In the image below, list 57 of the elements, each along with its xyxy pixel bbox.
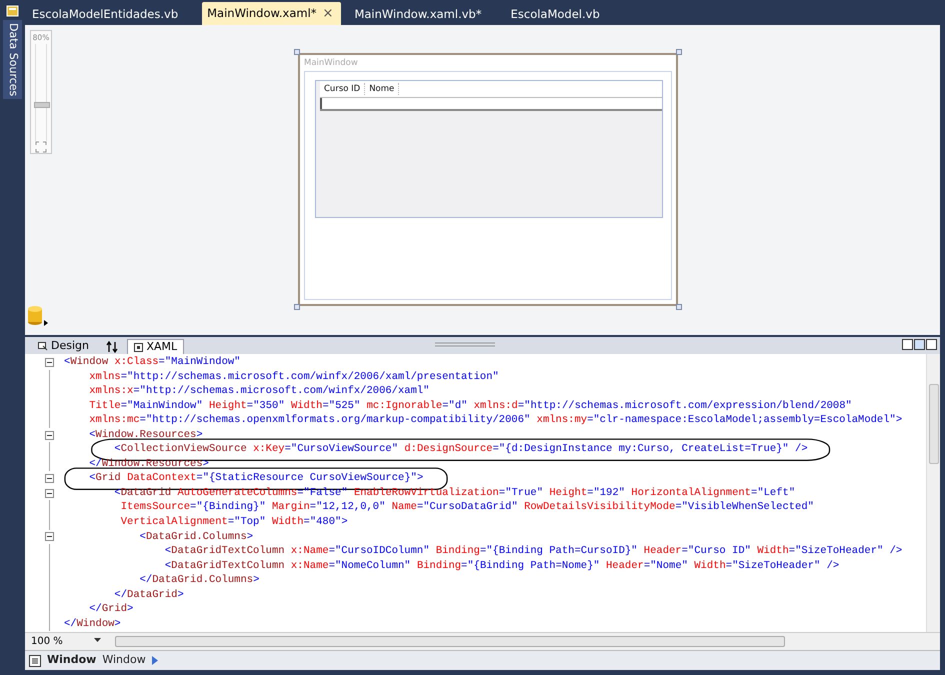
vertical-scrollbar[interactable] (926, 354, 940, 632)
breadcrumb-item[interactable]: Window (47, 652, 96, 669)
column-header[interactable]: Curso ID (320, 82, 366, 96)
code-line: xmlns:x="http://schemas.microsoft.com/winfx/2006/xaml" (89, 385, 430, 398)
code-line: </Grid> (89, 603, 134, 616)
document-tab[interactable]: EscolaModelEntidades.vb (27, 3, 186, 25)
xaml-view-icon (134, 342, 144, 352)
document-tab[interactable]: MainWindow.xaml* × (202, 2, 342, 25)
code-line: <Window x:Class="MainWindow" (64, 356, 240, 368)
fit-icon[interactable] (35, 141, 47, 153)
code-line: <Window.Resources> (89, 428, 203, 441)
document-tab[interactable]: MainWindow.xaml.vb* (349, 3, 490, 25)
code-line: <DataGridTextColumn x:Name="CursoIDColumn" Binding="{Binding Path=CursoID}" Header="Curso ID" Width="SizeToHeader" /> (164, 545, 902, 558)
document-tab[interactable]: EscolaModel.vb (506, 3, 608, 25)
collapse-pane-button[interactable] (926, 339, 937, 350)
data-sources-tab[interactable]: Data Sources (3, 20, 22, 100)
window-title: MainWindow (304, 57, 359, 70)
swap-arrows-icon (106, 341, 118, 353)
code-line: xmlns="http://schemas.microsoft.com/winfx/2006/xaml/presentation" (89, 370, 499, 383)
resize-handle[interactable] (676, 304, 682, 310)
resize-handle[interactable] (676, 49, 682, 55)
code-line: <Grid DataContext="{StaticResource CursoViewSource}"> (89, 472, 424, 484)
database-icon[interactable] (27, 305, 49, 327)
view-tab[interactable]: Design (31, 338, 96, 354)
close-icon[interactable]: × (322, 6, 334, 21)
horizontal-split-button[interactable] (914, 339, 925, 350)
code-line: ItemsSource="{Binding}" Margin="12,12,0,0" Name="CursoDataGrid" RowDetailsVisibilityMode="VisibleWhenSelected" (120, 501, 814, 514)
data-sources-icon[interactable] (6, 4, 19, 17)
collapse-icon[interactable] (45, 474, 54, 484)
resize-handle[interactable] (294, 304, 300, 310)
code-line: <DataGrid AutoGenerateColumns="False" EnableRowVirtualization="True" Height="192" HorizontalAlignment="Left" (114, 486, 796, 499)
collapse-icon[interactable] (45, 532, 54, 542)
design-view-icon (38, 342, 48, 350)
code-line: <DataGridTextColumn x:Name="NomeColumn" Binding="{Binding Path=Nome}" Header="Nome" Width="SizeToHeader" /> (164, 560, 840, 572)
code-line: <DataGrid.Columns> (140, 530, 254, 543)
breadcrumb-item[interactable]: Window (102, 652, 146, 669)
collapse-icon[interactable] (45, 488, 54, 498)
splitter-grip[interactable] (435, 342, 495, 347)
code-line: </Window> (64, 618, 121, 630)
view-tab[interactable]: XAML (127, 339, 184, 354)
code-line: xmlns:mc="http://schemas.openxmlformats.org/markup-compatibility/2006" xmlns:my="clr-namespace:EscolaModel;assembly=EscolaModel"> (89, 414, 902, 426)
code-line: </DataGrid.Columns> (140, 574, 260, 586)
resize-handle[interactable] (294, 49, 300, 55)
horizontal-scrollbar[interactable] (115, 636, 785, 647)
expand-arrow-icon[interactable] (152, 656, 158, 665)
column-header[interactable]: Nome (365, 82, 400, 96)
code-line: VerticalAlignment="Top" Width="480"> (120, 516, 348, 528)
code-line: </DataGrid> (114, 588, 184, 601)
code-line: </Window.Resources> (89, 458, 209, 470)
collapse-icon[interactable] (45, 430, 54, 440)
data-grid[interactable]: Curso ID Nome (315, 80, 663, 218)
code-line: <CollectionViewSource x:Key="CursoViewSource" d:DesignSource="{d:DesignInstance my:Curso, CreateList=True}" /> (114, 443, 808, 456)
collapse-icon[interactable] (45, 358, 54, 367)
document-outline-icon[interactable] (29, 654, 41, 666)
code-line: Title="MainWindow" Height="350" Width="525" mc:Ignorable="d" xmlns:d="http://schemas.microsoft.com/expression/blend/2008" (89, 400, 852, 412)
vertical-split-button[interactable] (902, 339, 913, 350)
slider-thumb[interactable] (34, 102, 50, 108)
